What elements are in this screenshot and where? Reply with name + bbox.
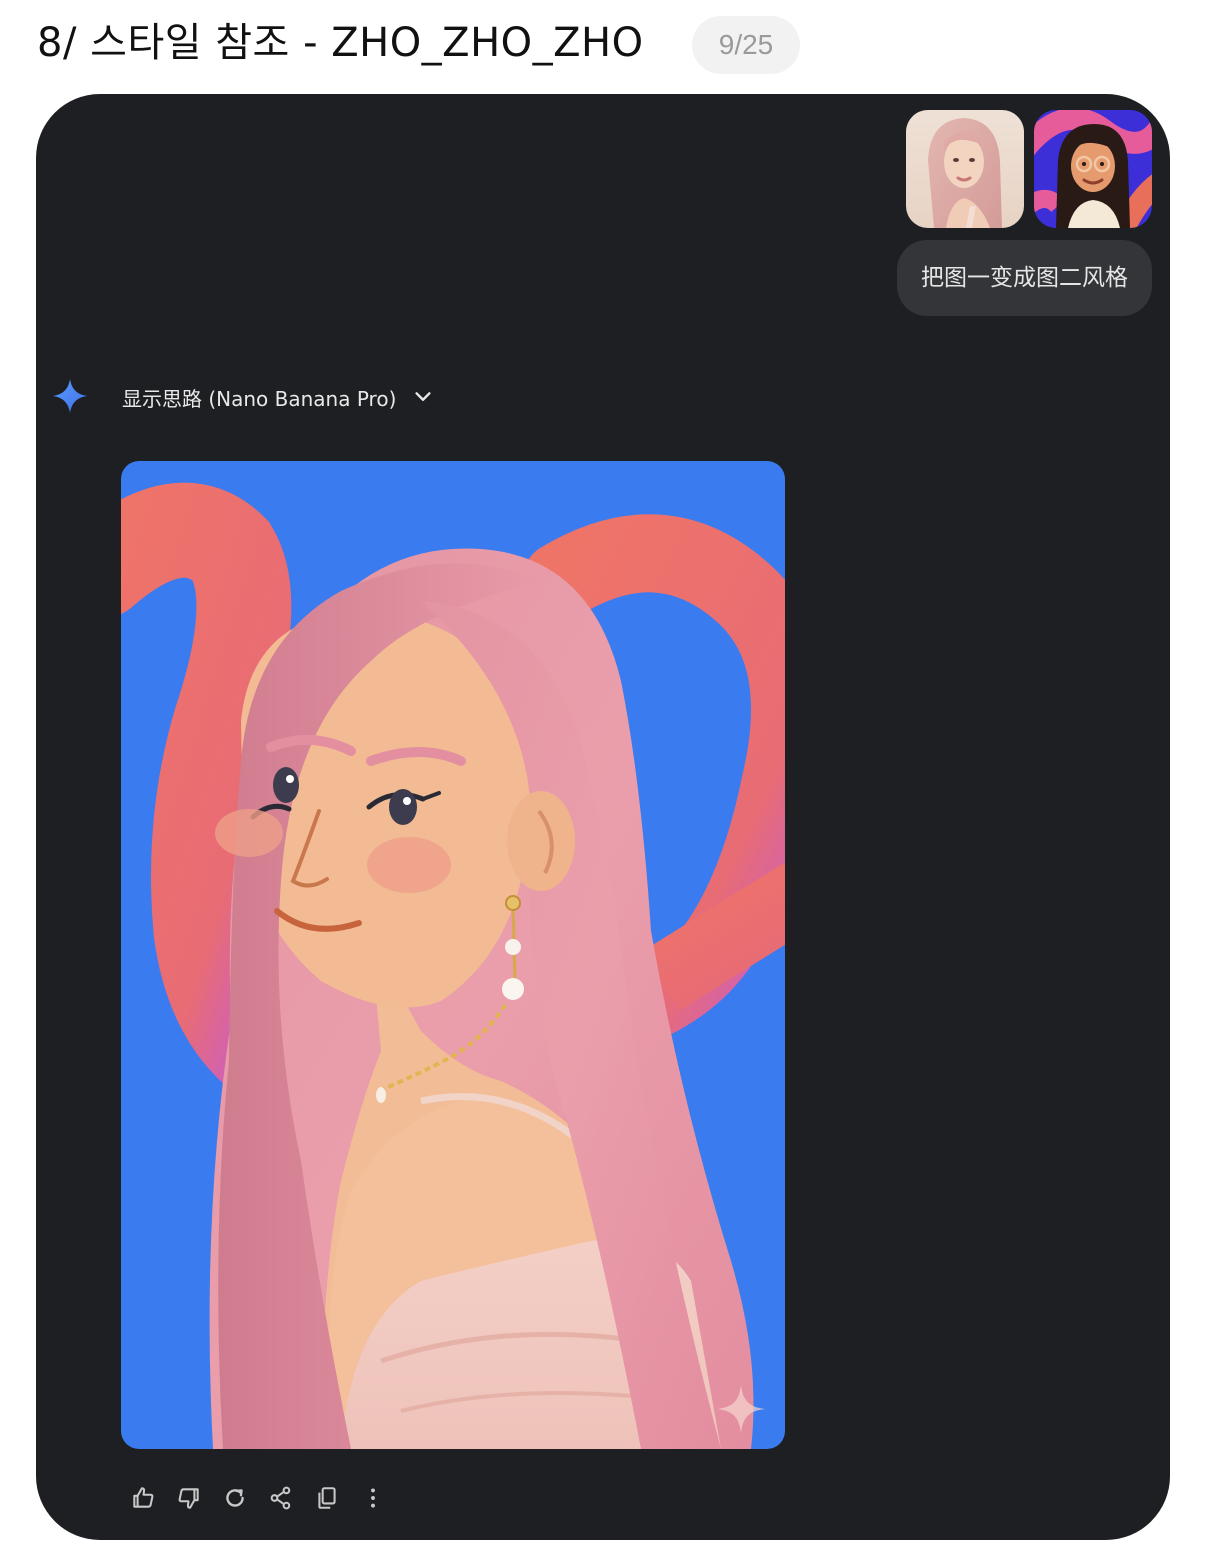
chat-screenshot-card: 把图一变成图二风格 显示思路 (Nano Banana Pro) xyxy=(36,94,1170,1540)
show-thinking-label: 显示思路 (Nano Banana Pro) xyxy=(122,386,397,411)
regenerate-button[interactable] xyxy=(212,1482,258,1514)
generated-portrait-illustration xyxy=(121,461,785,1449)
portrait-photo-image xyxy=(906,110,1024,228)
user-prompt-bubble: 把图一变成图二风格 xyxy=(897,240,1152,316)
more-vertical-icon xyxy=(371,1488,375,1508)
generated-image[interactable] xyxy=(121,461,785,1449)
thumbs-down-button[interactable] xyxy=(166,1482,212,1514)
thumbs-up-icon xyxy=(133,1487,154,1508)
copy-button[interactable] xyxy=(304,1482,350,1514)
gemini-sparkle-icon xyxy=(53,379,87,413)
attachment-thumbnail-style-reference[interactable] xyxy=(1034,110,1152,228)
share-icon xyxy=(270,1486,291,1510)
show-thinking-toggle[interactable]: 显示思路 (Nano Banana Pro) xyxy=(122,380,434,414)
attachment-thumbnail-photo[interactable] xyxy=(906,110,1024,228)
thumbs-down-icon xyxy=(178,1488,199,1509)
copy-icon xyxy=(318,1487,336,1509)
slide-title: 8/ 스타일 참조 - ZHO_ZHO_ZHO xyxy=(37,20,644,66)
style-reference-illustration xyxy=(1034,110,1152,228)
slide-counter-badge: 9/25 xyxy=(692,16,800,74)
share-button[interactable] xyxy=(258,1482,304,1514)
chevron-down-icon xyxy=(415,392,431,401)
more-options-button[interactable] xyxy=(350,1482,396,1514)
regenerate-icon xyxy=(226,1489,244,1507)
thumbs-up-button[interactable] xyxy=(120,1482,166,1514)
response-action-bar xyxy=(120,1482,396,1514)
